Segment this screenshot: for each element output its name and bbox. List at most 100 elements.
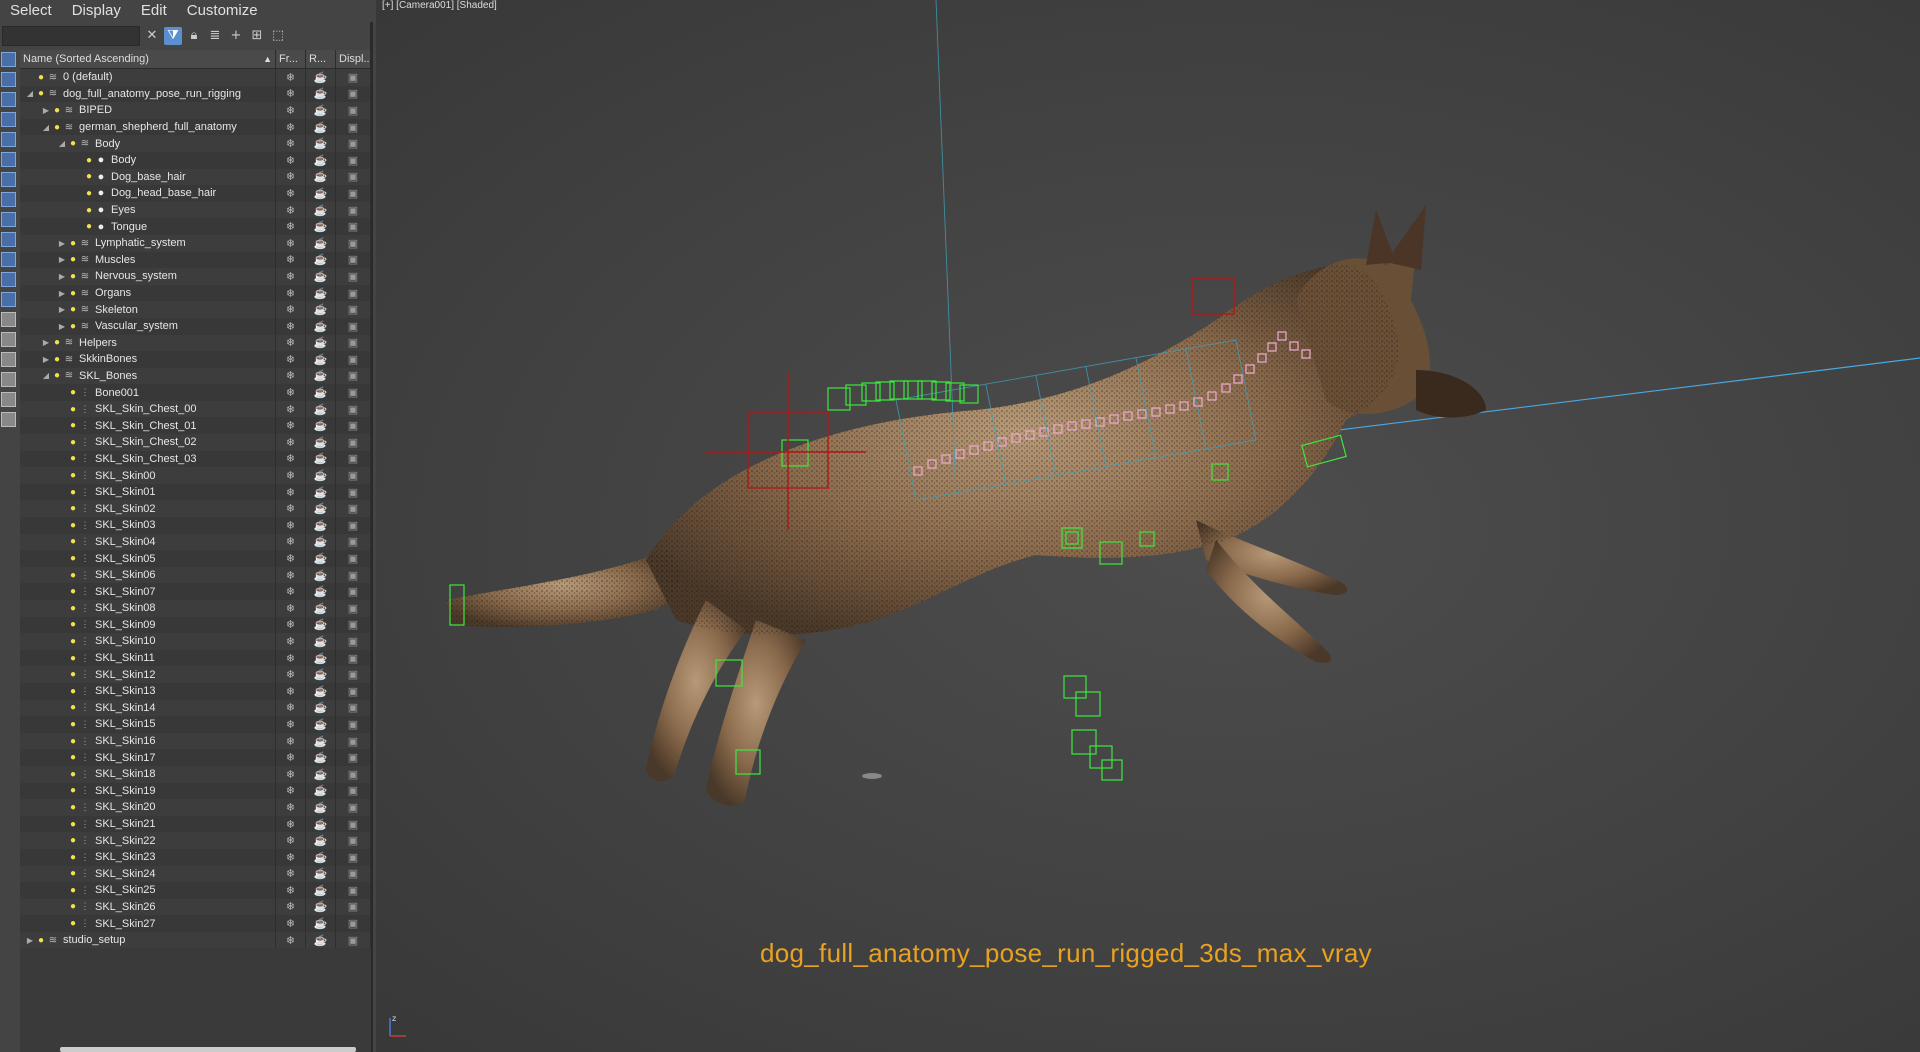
freeze-toggle-icon[interactable]: ❄ bbox=[276, 666, 306, 683]
freeze-toggle-icon[interactable]: ❄ bbox=[276, 351, 306, 368]
render-teapot-icon[interactable]: ☕ bbox=[306, 550, 336, 567]
tree-row-name-cell[interactable]: ▶ ● ≋ Organs bbox=[20, 284, 276, 302]
horizontal-scrollbar[interactable] bbox=[60, 1047, 356, 1052]
render-teapot-icon[interactable]: ☕ bbox=[306, 882, 336, 899]
tree-row[interactable]: ● ⋮ SKL_Skin09 ❄ ☕ ▣ bbox=[20, 616, 371, 634]
freeze-toggle-icon[interactable]: ❄ bbox=[276, 384, 306, 401]
freeze-toggle-icon[interactable]: ❄ bbox=[276, 782, 306, 800]
expand-closed-icon[interactable]: ▶ bbox=[56, 322, 68, 331]
display-box-icon[interactable]: ▣ bbox=[336, 168, 371, 186]
freeze-toggle-icon[interactable]: ❄ bbox=[276, 434, 306, 451]
render-teapot-icon[interactable]: ☕ bbox=[306, 716, 336, 733]
freeze-toggle-icon[interactable]: ❄ bbox=[276, 317, 306, 335]
lightbulb-icon[interactable]: ● bbox=[68, 553, 78, 564]
freeze-toggle-icon[interactable]: ❄ bbox=[276, 102, 306, 119]
render-teapot-icon[interactable]: ☕ bbox=[306, 151, 336, 169]
tree-row[interactable]: ▶ ● ≋ BIPED ❄ ☕ ▣ bbox=[20, 102, 371, 119]
freeze-toggle-icon[interactable]: ❄ bbox=[276, 815, 306, 833]
tree-row-name-cell[interactable]: ● ⋮ SKL_Skin07 bbox=[20, 583, 276, 600]
render-teapot-icon[interactable]: ☕ bbox=[306, 732, 336, 750]
tree-row-name-cell[interactable]: ● ⋮ SKL_Skin05 bbox=[20, 550, 276, 567]
display-box-icon[interactable]: ▣ bbox=[336, 682, 371, 700]
lightbulb-icon[interactable]: ● bbox=[68, 288, 78, 299]
render-teapot-icon[interactable]: ☕ bbox=[306, 483, 336, 501]
lightbulb-icon[interactable]: ● bbox=[52, 105, 62, 116]
render-teapot-icon[interactable]: ☕ bbox=[306, 284, 336, 302]
render-teapot-icon[interactable]: ☕ bbox=[306, 334, 336, 352]
tree-row[interactable]: ● ⋮ SKL_Skin21 ❄ ☕ ▣ bbox=[20, 815, 371, 833]
display-box-icon[interactable]: ▣ bbox=[336, 450, 371, 468]
render-teapot-icon[interactable]: ☕ bbox=[306, 799, 336, 816]
render-teapot-icon[interactable]: ☕ bbox=[306, 417, 336, 435]
tree-row-name-cell[interactable]: ● ⋮ Bone001 bbox=[20, 384, 276, 401]
freeze-toggle-icon[interactable]: ❄ bbox=[276, 301, 306, 318]
display-box-icon[interactable]: ▣ bbox=[336, 799, 371, 816]
lightbulb-icon[interactable]: ● bbox=[84, 188, 94, 199]
render-teapot-icon[interactable]: ☕ bbox=[306, 832, 336, 849]
display-box-icon[interactable]: ▣ bbox=[336, 633, 371, 650]
tree-row-name-cell[interactable]: ● ⋮ SKL_Skin06 bbox=[20, 566, 276, 584]
display-box-icon[interactable]: ▣ bbox=[336, 284, 371, 302]
freeze-toggle-icon[interactable]: ❄ bbox=[276, 898, 306, 916]
tree-row-name-cell[interactable]: ● ● Eyes bbox=[20, 201, 276, 219]
lightbulb-icon[interactable]: ● bbox=[68, 769, 78, 780]
freeze-toggle-icon[interactable]: ❄ bbox=[276, 882, 306, 899]
freeze-toggle-icon[interactable]: ❄ bbox=[276, 832, 306, 849]
tree-row-name-cell[interactable]: ● ⋮ SKL_Skin_Chest_01 bbox=[20, 417, 276, 435]
display-groups-icon[interactable] bbox=[1, 192, 16, 207]
lightbulb-icon[interactable]: ● bbox=[68, 470, 78, 481]
display-geometry-icon[interactable] bbox=[1, 72, 16, 87]
display-box-icon[interactable]: ▣ bbox=[336, 583, 371, 600]
render-teapot-icon[interactable]: ☕ bbox=[306, 434, 336, 451]
freeze-toggle-icon[interactable]: ❄ bbox=[276, 400, 306, 418]
display-box-icon[interactable]: ▣ bbox=[336, 317, 371, 335]
render-teapot-icon[interactable]: ☕ bbox=[306, 218, 336, 235]
hierarchy-icon[interactable]: ⊞ bbox=[248, 27, 266, 45]
tree-row-name-cell[interactable]: ▶ ● ≋ Vascular_system bbox=[20, 317, 276, 335]
render-teapot-icon[interactable]: ☕ bbox=[306, 85, 336, 103]
tree-row-name-cell[interactable]: ● ⋮ SKL_Skin21 bbox=[20, 815, 276, 833]
tree-row[interactable]: ▶ ● ≋ Organs ❄ ☕ ▣ bbox=[20, 284, 371, 302]
tree-row[interactable]: ▶ ● ≋ Lymphatic_system ❄ ☕ ▣ bbox=[20, 234, 371, 252]
freeze-toggle-icon[interactable]: ❄ bbox=[276, 85, 306, 103]
freeze-toggle-icon[interactable]: ❄ bbox=[276, 716, 306, 733]
display-box-icon[interactable]: ▣ bbox=[336, 500, 371, 518]
freeze-toggle-icon[interactable]: ❄ bbox=[276, 251, 306, 269]
search-input[interactable] bbox=[2, 25, 140, 46]
display-box-icon[interactable]: ▣ bbox=[336, 749, 371, 766]
display-helpers-icon[interactable] bbox=[1, 152, 16, 167]
tree-row-name-cell[interactable]: ● ⋮ SKL_Skin27 bbox=[20, 915, 276, 932]
display-box-icon[interactable]: ▣ bbox=[336, 865, 371, 883]
freeze-toggle-icon[interactable]: ❄ bbox=[276, 633, 306, 650]
display-bones-icon[interactable] bbox=[1, 232, 16, 247]
tree-icon[interactable] bbox=[1, 392, 16, 407]
render-teapot-icon[interactable]: ☕ bbox=[306, 268, 336, 285]
lock-icon[interactable]: 🔒︎ bbox=[185, 27, 203, 45]
tree-row-name-cell[interactable]: ● ⋮ SKL_Skin_Chest_03 bbox=[20, 450, 276, 468]
display-box-icon[interactable]: ▣ bbox=[336, 600, 371, 617]
lightbulb-icon[interactable]: ● bbox=[68, 321, 78, 332]
render-teapot-icon[interactable]: ☕ bbox=[306, 400, 336, 418]
tree-row[interactable]: ● ⋮ SKL_Skin24 ❄ ☕ ▣ bbox=[20, 865, 371, 883]
lightbulb-icon[interactable]: ● bbox=[68, 420, 78, 431]
tree-row-name-cell[interactable]: ● ⋮ SKL_Skin23 bbox=[20, 848, 276, 866]
display-box-icon[interactable]: ▣ bbox=[336, 765, 371, 783]
column-name[interactable]: Name (Sorted Ascending) ▲ bbox=[20, 50, 276, 68]
tree-row[interactable]: ◢ ● ≋ german_shepherd_full_anatomy ❄ ☕ ▣ bbox=[20, 118, 371, 136]
sheet-icon[interactable] bbox=[1, 352, 16, 367]
document-icon[interactable] bbox=[1, 332, 16, 347]
tree-row[interactable]: ▶ ● ≋ Muscles ❄ ☕ ▣ bbox=[20, 251, 371, 269]
render-teapot-icon[interactable]: ☕ bbox=[306, 185, 336, 202]
freeze-toggle-icon[interactable]: ❄ bbox=[276, 268, 306, 285]
freeze-toggle-icon[interactable]: ❄ bbox=[276, 450, 306, 468]
lightbulb-icon[interactable]: ● bbox=[68, 736, 78, 747]
lightbulb-icon[interactable]: ● bbox=[68, 304, 78, 315]
expand-closed-icon[interactable]: ▶ bbox=[40, 106, 52, 115]
expand-closed-icon[interactable]: ▶ bbox=[40, 338, 52, 347]
render-teapot-icon[interactable]: ☕ bbox=[306, 102, 336, 119]
tree-row-name-cell[interactable]: ● ● Tongue bbox=[20, 218, 276, 235]
lightbulb-icon[interactable]: ● bbox=[68, 619, 78, 630]
funnel-icon[interactable] bbox=[1, 372, 16, 387]
lightbulb-icon[interactable]: ● bbox=[68, 785, 78, 796]
display-box-icon[interactable]: ▣ bbox=[336, 782, 371, 800]
